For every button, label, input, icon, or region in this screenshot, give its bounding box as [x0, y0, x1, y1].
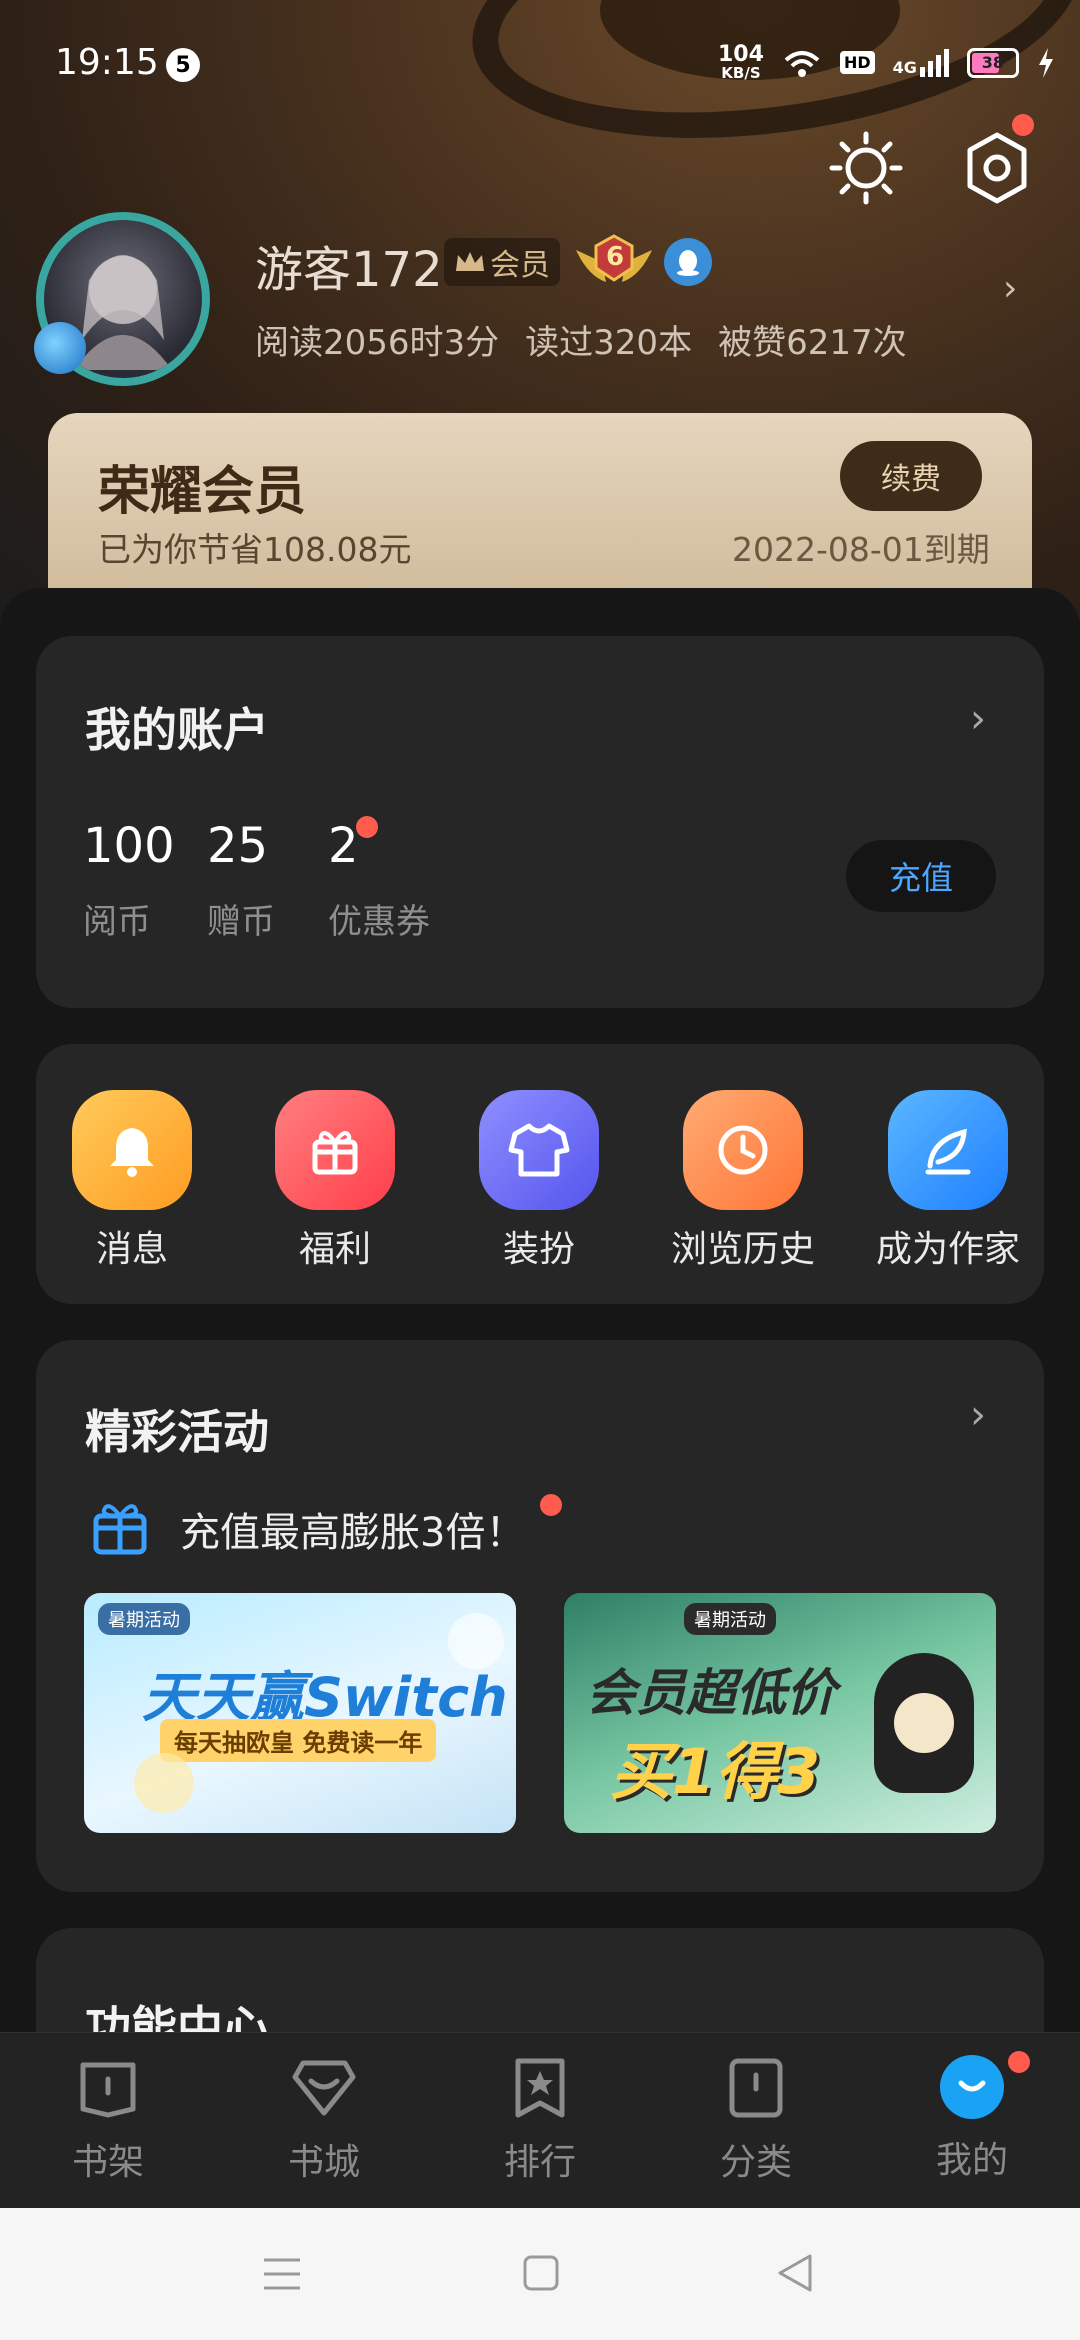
gift-icon [275, 1090, 395, 1210]
profile-chevron-icon[interactable]: › [1003, 268, 1017, 309]
status-time: 19:15 [55, 42, 159, 83]
category-icon [729, 2058, 783, 2118]
clock-icon [683, 1090, 803, 1210]
banner-member-sale[interactable]: 暑期活动 会员超低价 买1得3 [564, 1593, 996, 1833]
banner-tag: 暑期活动 [684, 1603, 776, 1635]
balance-reading-coins[interactable]: 100 阅币 [83, 818, 175, 943]
home-icon[interactable] [522, 2254, 560, 2292]
battery-icon: 38 [966, 47, 1019, 78]
renew-button[interactable]: 续费 [840, 441, 982, 511]
balance-coupons[interactable]: 2 优惠券 [328, 818, 430, 943]
recharge-button[interactable]: 充值 [846, 840, 996, 912]
books-read: 读过320本 [525, 323, 693, 363]
member-savings: 已为你节省108.08元 [98, 530, 412, 569]
penguin-mascot-icon [874, 1653, 974, 1793]
notification-count-badge: 5 [166, 48, 200, 82]
qq-icon[interactable] [664, 238, 712, 286]
settings-icon[interactable] [962, 130, 1032, 206]
puzzle-bubble-icon [134, 1753, 194, 1813]
likes-count: 被赞6217次 [718, 323, 907, 363]
banner-subline: 买1得3 [610, 1735, 821, 1808]
level-badge[interactable]: 6 [574, 232, 654, 290]
status-icons: 104 KB/S HD 4G 38 [718, 44, 1055, 81]
member-title: 荣耀会员 [98, 462, 307, 522]
system-nav-bar [0, 2208, 1080, 2340]
balance-gift-coins[interactable]: 25 赠币 [207, 818, 275, 943]
bookshelf-icon [80, 2062, 136, 2118]
coupon-red-dot [356, 816, 378, 838]
shortcut-messages[interactable]: 消息 [37, 1090, 227, 1272]
promo-text[interactable]: 充值最高膨胀3倍！ [180, 1500, 525, 1558]
ranking-icon [515, 2058, 565, 2118]
banner-subline: 每天抽欧皇 免费读一年 [160, 1719, 437, 1762]
nav-bookstore[interactable]: 书城 [249, 2055, 399, 2185]
activities-chevron-icon[interactable]: › [970, 1392, 986, 1438]
shortcut-dress-up[interactable]: 装扮 [444, 1090, 634, 1272]
nav-profile[interactable]: 我的 [897, 2055, 1047, 2183]
net-speed: 104 KB/S [718, 42, 764, 82]
vip-tag[interactable]: 会员 [444, 238, 560, 286]
username: 游客172 [255, 242, 443, 298]
banner-switch[interactable]: 暑期活动 天天赢Switch 每天抽欧皇 免费读一年 [84, 1593, 516, 1833]
nav-ranking[interactable]: 排行 [465, 2055, 615, 2185]
menu-icon[interactable] [262, 2256, 302, 2292]
globe-decoration-icon [34, 322, 86, 374]
shortcut-welfare[interactable]: 福利 [240, 1090, 430, 1272]
member-expiry: 2022-08-01到期 [732, 530, 990, 569]
shortcut-become-writer[interactable]: 成为作家 [853, 1090, 1043, 1272]
charging-icon [1038, 47, 1053, 78]
banner-headline: 会员超低价 [586, 1664, 836, 1722]
gift-outline-icon [93, 1504, 147, 1555]
switch-bubble-icon [448, 1613, 504, 1669]
theme-toggle-icon[interactable] [828, 130, 904, 206]
nav-bookshelf[interactable]: 书架 [33, 2055, 183, 2185]
profile-icon [940, 2055, 1004, 2119]
banner-tag: 暑期活动 [98, 1603, 190, 1635]
promo-red-dot [540, 1494, 562, 1516]
wifi-icon [784, 50, 820, 77]
profile-nav-red-dot [1008, 2051, 1030, 2073]
shortcut-history[interactable]: 浏览历史 [648, 1090, 838, 1272]
account-card: 我的账户 › 100 阅币 25 赠币 2 优惠券 充值 [36, 636, 1044, 1008]
bottom-nav: 书架 书城 排行 分类 我的 [0, 2032, 1080, 2208]
hd-icon: HD [839, 51, 875, 74]
signal-icon: 4G [893, 48, 949, 77]
back-icon[interactable] [776, 2252, 814, 2294]
settings-red-dot [1012, 114, 1034, 136]
reading-time: 阅读2056时3分 [255, 323, 500, 363]
account-chevron-icon[interactable]: › [970, 696, 986, 742]
nav-category[interactable]: 分类 [681, 2055, 831, 2185]
bell-icon [72, 1090, 192, 1210]
shirt-icon [479, 1090, 599, 1210]
feather-icon [888, 1090, 1008, 1210]
account-title: 我的账户 [85, 703, 269, 757]
crown-icon [456, 252, 484, 271]
activities-title: 精彩活动 [85, 1405, 269, 1459]
reading-stats: 阅读2056时3分 读过320本 被赞6217次 [255, 315, 907, 364]
bookstore-icon [292, 2060, 356, 2116]
